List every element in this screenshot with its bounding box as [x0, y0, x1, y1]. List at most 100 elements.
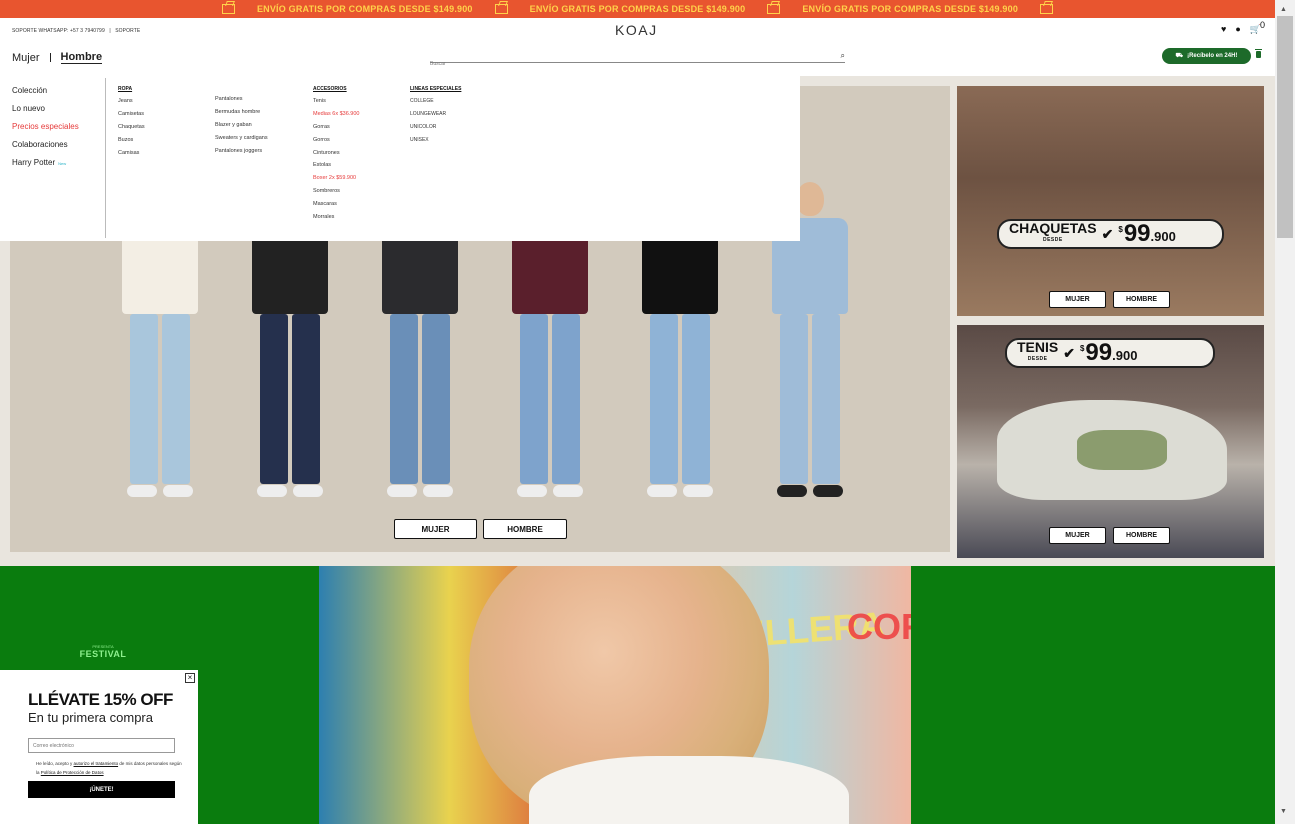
menu-link[interactable]: Gorras — [313, 124, 359, 130]
support-info: SOPORTE WHATSAPP: +57 3 7940799 | SOPORT… — [12, 28, 140, 34]
hero-men-button[interactable]: HOMBRE — [483, 519, 567, 539]
menu-link[interactable]: Blazer y gaban — [215, 122, 268, 128]
menu-link[interactable]: UNISEX — [410, 137, 461, 143]
menu-link[interactable]: Pantalones joggers — [215, 148, 268, 154]
sneakers-currency: $ — [1079, 344, 1085, 353]
menu-link[interactable]: UNICOLOR — [410, 124, 461, 130]
menu-link[interactable]: Camisas — [118, 150, 145, 156]
gender-men-link[interactable]: Hombre — [60, 51, 103, 64]
newsletter-popup: × LLÉVATE 15% OFF En tu primera compra H… — [0, 670, 198, 824]
menu-item-lo-nuevo[interactable]: Lo nuevo — [12, 104, 102, 113]
festival-title: FESTIVAL — [79, 649, 127, 659]
truck-icon: ⛟ — [1175, 53, 1184, 59]
scroll-down-icon[interactable]: ▼ — [1280, 808, 1287, 815]
sneakers-price: 99 — [1085, 339, 1113, 366]
hero-women-button[interactable]: MUJER — [394, 519, 477, 539]
menu-col-ropa-1: ROPA Jeans Camisetas Chaquetas Buzos Cam… — [118, 86, 145, 162]
delivery-label: ¡Recíbelo en 24H! — [1187, 53, 1238, 59]
model-shirt — [529, 756, 849, 824]
festival-photo[interactable]: CORDILLERA COR — [319, 566, 911, 824]
menu-link[interactable]: Bermudas hombre — [215, 109, 268, 115]
header-icons: ♥ ● 🛒 0 — [1221, 20, 1265, 34]
jackets-price: 99 — [1123, 220, 1151, 247]
menu-heading-lineas[interactable]: LINEAS ESPECIALES — [410, 86, 461, 92]
heart-icon[interactable]: ♥ — [1221, 24, 1226, 34]
menu-item-colaboraciones[interactable]: Colaboraciones — [12, 140, 102, 149]
close-icon[interactable]: × — [185, 673, 195, 683]
legal-policy-link[interactable]: Política de Protección de Datos — [41, 770, 104, 775]
menu-link[interactable]: Mascaras — [313, 201, 359, 207]
email-field[interactable] — [28, 738, 175, 753]
logo[interactable]: KOAJ — [615, 22, 658, 38]
cart-count: 0 — [1259, 20, 1265, 30]
sneaker-accent — [1077, 430, 1167, 470]
legal-prefix: He leído, acepto y — [36, 761, 73, 766]
jackets-men-button[interactable]: HOMBRE — [1113, 291, 1170, 308]
search-input[interactable] — [430, 59, 810, 69]
promo-text: ENVÍO GRATIS POR COMPRAS DESDE $149.900 — [802, 4, 1019, 14]
cart-icon[interactable]: 🛒 0 — [1250, 20, 1265, 34]
menu-link[interactable]: Camisetas — [118, 111, 145, 117]
mega-menu-divider — [105, 78, 106, 238]
sneakers-men-button[interactable]: HOMBRE — [1113, 527, 1170, 544]
menu-link[interactable]: Sweaters y cardigans — [215, 135, 268, 141]
box-icon — [494, 4, 508, 14]
menu-col-ropa-2: Pantalones Bermudas hombre Blazer y gaba… — [215, 96, 268, 160]
menu-heading-ropa[interactable]: ROPA — [118, 86, 145, 92]
support-separator: | — [109, 28, 111, 34]
menu-link[interactable]: Sombreros — [313, 188, 359, 194]
menu-item-coleccion[interactable]: Colección — [12, 86, 102, 95]
festival-logo[interactable]: PRESENTA FESTIVAL — [60, 644, 146, 659]
menu-link[interactable]: Buzos — [118, 137, 145, 143]
jackets-price-cents: .900 — [1150, 229, 1176, 244]
menu-link[interactable]: Morrales — [313, 214, 359, 220]
menu-heading-accesorios[interactable]: ACCESORIOS — [313, 86, 359, 92]
menu-link[interactable]: Boxer 2x $59.900 — [313, 175, 359, 181]
harry-potter-label: Harry Potter — [12, 158, 56, 167]
sneakers-price-cents: .900 — [1112, 348, 1138, 363]
box-icon — [221, 4, 235, 14]
promo-text: ENVÍO GRATIS POR COMPRAS DESDE $149.900 — [256, 4, 473, 14]
search-bar: ⌕ — [430, 51, 845, 69]
menu-link[interactable]: Gorros — [313, 137, 359, 143]
menu-link[interactable]: Pantalones — [215, 96, 268, 102]
sneakers-promo-card[interactable]: TENIS DESDE ✔ $ 99.900 MUJER HOMBRE — [957, 325, 1264, 558]
join-button[interactable]: ¡ÚNETE! — [28, 781, 175, 798]
menu-link[interactable]: Jeans — [118, 98, 145, 104]
jackets-promo-card[interactable]: CHAQUETAS DESDE ✔ $ 99.900 MUJER HOMBRE — [957, 86, 1264, 316]
support-link[interactable]: SOPORTE — [115, 28, 140, 34]
popup-legal-text: He leído, acepto y autorizo el tratamien… — [36, 759, 186, 777]
search-icon[interactable]: ⌕ — [841, 51, 845, 61]
check-icon: ✔ — [1101, 225, 1114, 242]
menu-link[interactable]: Medias 6x $36.900 — [313, 111, 359, 117]
box-icon — [1040, 4, 1054, 14]
delivery-24h-button[interactable]: ⛟ ¡Recíbelo en 24H! — [1162, 48, 1251, 64]
user-icon[interactable]: ● — [1235, 24, 1240, 34]
menu-link[interactable]: Tenis — [313, 98, 359, 104]
menu-link[interactable]: Cinturones — [313, 150, 359, 156]
menu-link[interactable]: COLLEGE — [410, 98, 461, 104]
menu-item-precios-especiales[interactable]: Precios especiales — [12, 122, 102, 131]
new-badge: New — [58, 161, 67, 166]
menu-link[interactable]: Chaquetas — [118, 124, 145, 130]
box-icon — [767, 4, 781, 14]
mega-menu: Colección Lo nuevo Precios especiales Co… — [0, 76, 800, 241]
menu-col-accesorios: ACCESORIOS Tenis Medias 6x $36.900 Gorra… — [313, 86, 359, 227]
scroll-up-icon[interactable]: ▲ — [1280, 6, 1287, 13]
support-whatsapp[interactable]: SOPORTE WHATSAPP: +57 3 7940799 — [12, 28, 105, 34]
menu-link[interactable]: LOUNGEWEAR — [410, 111, 461, 117]
check-icon: ✔ — [1063, 344, 1075, 361]
jackets-price-pill: CHAQUETAS DESDE ✔ $ 99.900 — [997, 219, 1224, 249]
legal-auth-link[interactable]: autorizo el tratamiento — [74, 761, 119, 766]
menu-col-lineas: LINEAS ESPECIALES COLLEGE LOUNGEWEAR UNI… — [410, 86, 461, 150]
poster-text: COR — [847, 606, 911, 647]
sneakers-women-button[interactable]: MUJER — [1049, 527, 1106, 544]
jackets-women-button[interactable]: MUJER — [1049, 291, 1106, 308]
trash-icon[interactable] — [1255, 49, 1262, 58]
scrollbar-thumb[interactable] — [1277, 16, 1293, 238]
gender-women-link[interactable]: Mujer — [12, 52, 40, 64]
menu-link[interactable]: Estolas — [313, 162, 359, 168]
gender-divider — [49, 53, 51, 62]
menu-item-harry-potter[interactable]: Harry Potter New — [12, 158, 102, 167]
promo-text: ENVÍO GRATIS POR COMPRAS DESDE $149.900 — [529, 4, 746, 14]
